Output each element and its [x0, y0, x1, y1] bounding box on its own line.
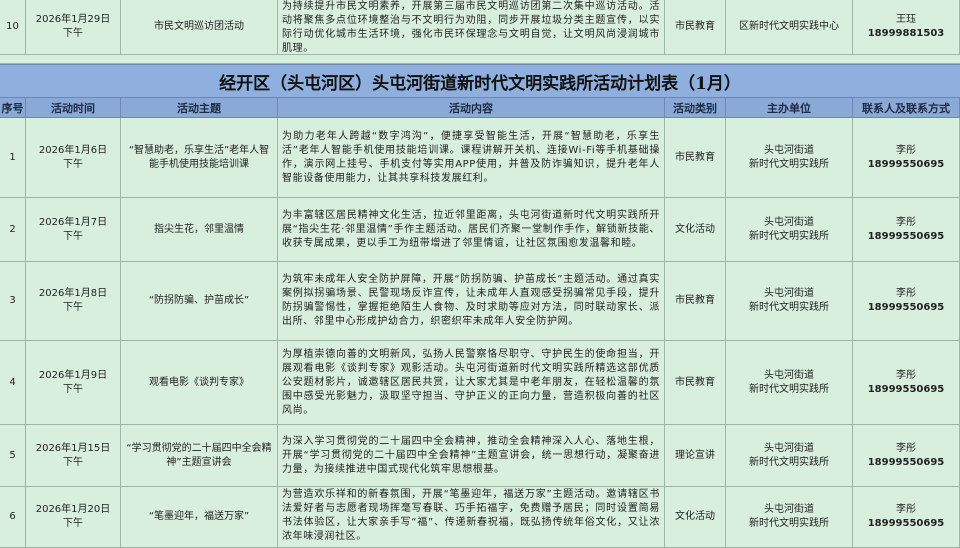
row-5-date: 2026年1月15日 下午 — [26, 425, 121, 487]
row-1-date: 2026年1月6日 下午 — [26, 118, 121, 198]
row-2-category: 文化活动 — [665, 198, 726, 262]
header-contact: 联系人及联系方式 — [853, 98, 960, 118]
row-3-theme: “防拐防骗、护苗成长” — [121, 262, 278, 341]
row-5-contact: 李彤 18999550695 — [853, 425, 960, 487]
row-1-category: 市民教育 — [665, 118, 726, 198]
top-row-category: 市民教育 — [665, 0, 726, 55]
row-2-date: 2026年1月7日 下午 — [26, 198, 121, 262]
row-2-contact: 李彤 18999550695 — [853, 198, 960, 262]
row-6-theme: “笔墨迎年，福送万家” — [121, 487, 278, 548]
header-theme: 活动主题 — [121, 98, 278, 118]
row-5-content: 为深入学习贯彻党的二十届四中全会精神，推动全会精神深入人心、落地生根，开展“学习… — [278, 425, 665, 487]
header-category: 活动类别 — [665, 98, 726, 118]
row-1-no: 1 — [0, 118, 26, 198]
row-6-contact: 李彤 18999550695 — [853, 487, 960, 548]
top-row-theme: 市民文明巡访团活动 — [121, 0, 278, 55]
row-1-contact: 李彤 18999550695 — [853, 118, 960, 198]
row-6-content: 为营造欢乐祥和的新春氛围，开展“笔墨迎年，福送万家”主题活动。邀请辖区书法爱好者… — [278, 487, 665, 548]
row-3-content: 为筑牢未成年人安全防护屏障，开展“防拐防骗、护苗成长”主题活动。通过真实案例拟拐… — [278, 262, 665, 341]
row-2-content: 为丰富辖区居民精神文化生活，拉近邻里距离，头屯河街道新时代文明实践所开展“指尖生… — [278, 198, 665, 262]
row-3-category: 市民教育 — [665, 262, 726, 341]
row-3-date: 2026年1月8日 下午 — [26, 262, 121, 341]
table-gap — [0, 55, 960, 64]
row-1-organizer: 头屯河街道 新时代文明实践所 — [726, 118, 853, 198]
row-1-content: 为助力老年人跨越“数字鸿沟”，便捷享受智能生活，开展“智慧助老，乐享生活”老年人… — [278, 118, 665, 198]
row-5-organizer: 头屯河街道 新时代文明实践所 — [726, 425, 853, 487]
row-6-organizer: 头屯河街道 新时代文明实践所 — [726, 487, 853, 548]
row-3-contact: 李彤 18999550695 — [853, 262, 960, 341]
header-organizer: 主办单位 — [726, 98, 853, 118]
top-row-content: 为持续提升市民文明素养，开展第三届市民文明巡访团第二次集中巡访活动。活动将聚焦多… — [278, 0, 665, 55]
row-2-organizer: 头屯河街道 新时代文明实践所 — [726, 198, 853, 262]
row-1-theme: “智慧助老，乐享生活”老年人智能手机使用技能培训课 — [121, 118, 278, 198]
top-row-contact: 王珏 18999881503 — [853, 0, 960, 55]
row-4-no: 4 — [0, 341, 26, 425]
row-5-theme: “学习贯彻党的二十届四中全会精神”主题宣讲会 — [121, 425, 278, 487]
row-4-contact: 李彤 18999550695 — [853, 341, 960, 425]
header-date: 活动时间 — [26, 98, 121, 118]
row-5-no: 5 — [0, 425, 26, 487]
row-2-theme: 指尖生花，邻里温情 — [121, 198, 278, 262]
row-5-category: 理论宣讲 — [665, 425, 726, 487]
row-3-no: 3 — [0, 262, 26, 341]
header-no: 序号 — [0, 98, 26, 118]
top-row-date: 2026年1月29日 下午 — [26, 0, 121, 55]
row-4-date: 2026年1月9日 下午 — [26, 341, 121, 425]
row-4-category: 市民教育 — [665, 341, 726, 425]
page-title: 经开区（头屯河区）头屯河街道新时代文明实践所活动计划表（1月） — [0, 64, 960, 98]
top-row-no: 10 — [0, 0, 26, 55]
top-row-organizer: 区新时代文明实践中心 — [726, 0, 853, 55]
header-content: 活动内容 — [278, 98, 665, 118]
row-6-no: 6 — [0, 487, 26, 548]
row-4-content: 为厚植崇德向善的文明新风，弘扬人民警察恪尽职守、守护民生的使命担当，开展观看电影… — [278, 341, 665, 425]
row-3-organizer: 头屯河街道 新时代文明实践所 — [726, 262, 853, 341]
row-2-no: 2 — [0, 198, 26, 262]
row-4-theme: 观看电影《谈判专家》 — [121, 341, 278, 425]
row-4-organizer: 头屯河街道 新时代文明实践所 — [726, 341, 853, 425]
row-6-category: 文化活动 — [665, 487, 726, 548]
row-6-date: 2026年1月20日 下午 — [26, 487, 121, 548]
